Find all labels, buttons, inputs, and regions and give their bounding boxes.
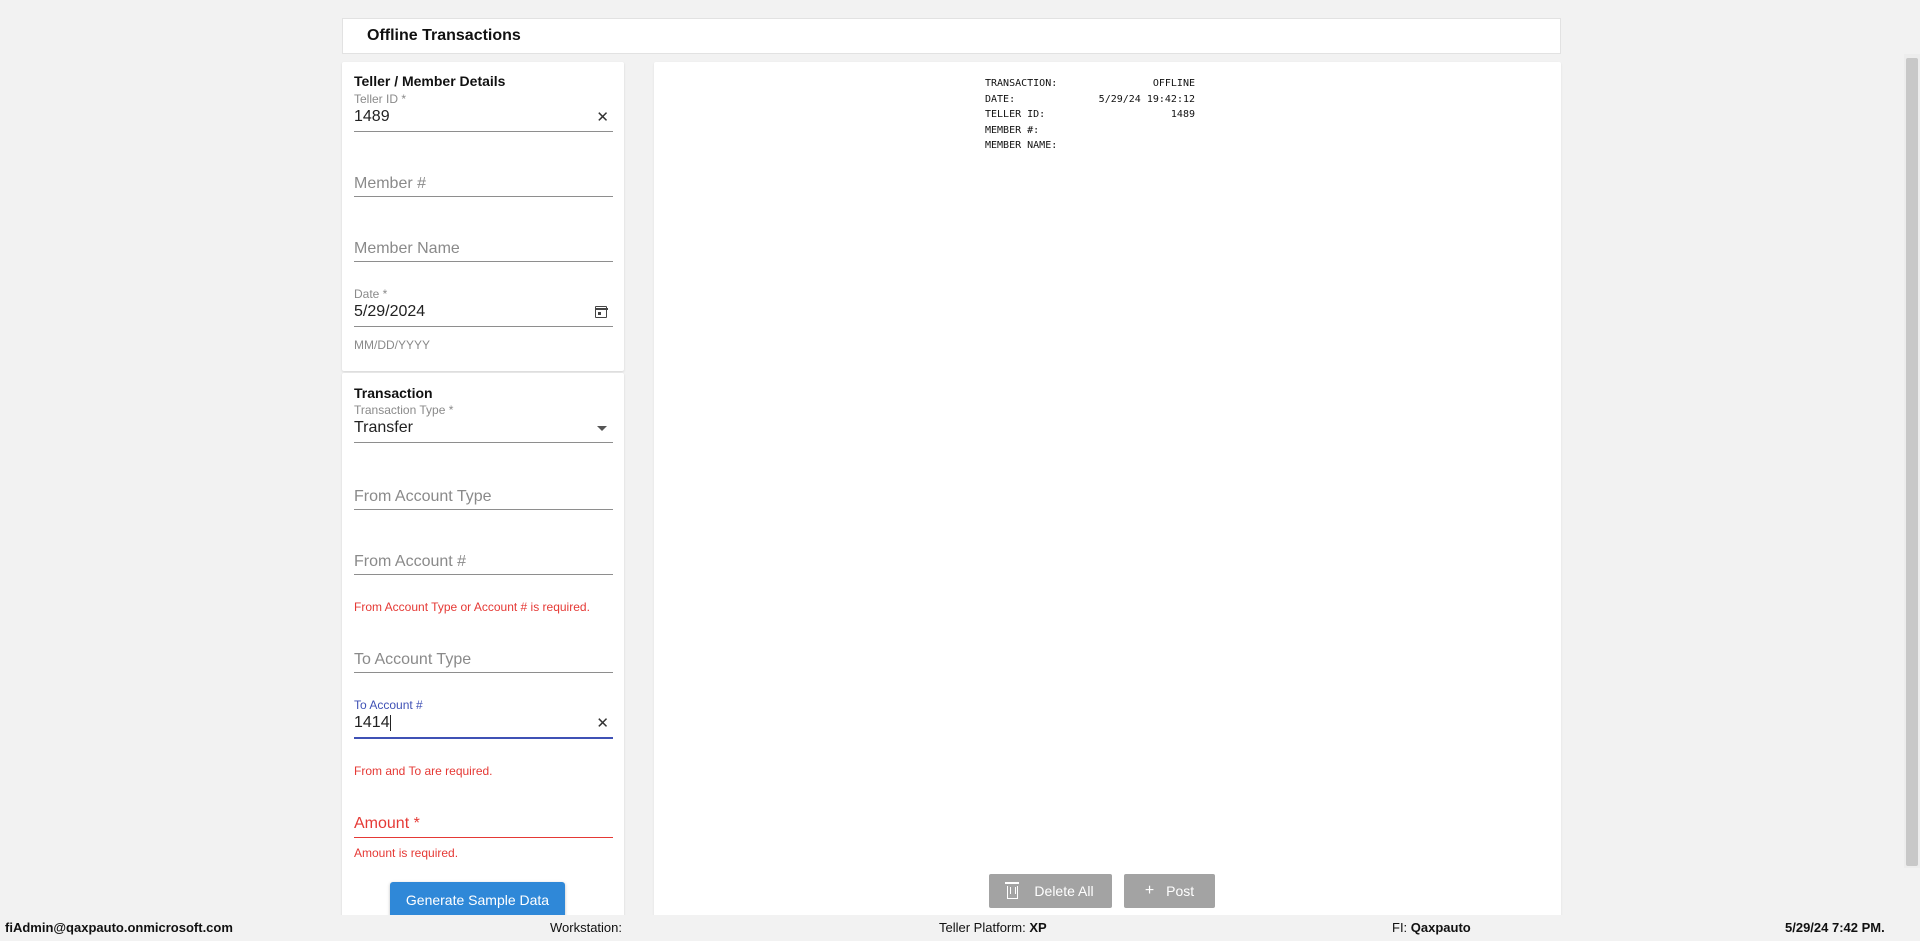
member-number-field[interactable]: Member # <box>354 175 613 197</box>
receipt-row: MEMBER #: <box>985 123 1195 139</box>
scrollbar-thumb[interactable] <box>1906 58 1918 866</box>
from-account-number-underline <box>354 574 613 575</box>
amount-placeholder[interactable]: Amount * <box>354 815 420 833</box>
receipt-row-value: 1489 <box>1170 109 1195 120</box>
date-underline <box>354 326 613 327</box>
transaction-card: Transaction Transaction Type * Transfer … <box>342 373 624 921</box>
transaction-type-label: Transaction Type * <box>354 403 454 417</box>
delete-all-label: Delete All <box>1034 883 1094 899</box>
receipt-row-label: MEMBER #: <box>985 124 1040 136</box>
member-number-placeholder[interactable]: Member # <box>354 175 426 193</box>
post-label: Post <box>1166 883 1195 899</box>
amount-underline <box>354 837 613 838</box>
to-account-number-field[interactable]: To Account # 1414 ✕ <box>354 698 613 740</box>
transaction-section-title: Transaction <box>354 385 433 401</box>
receipt-row: MEMBER NAME: <box>985 138 1195 154</box>
from-account-error: From Account Type or Account # is requir… <box>354 600 590 614</box>
status-datetime: 5/29/24 7:42 PM. <box>1785 920 1885 935</box>
from-account-type-underline <box>354 509 613 510</box>
receipt-row-label: DATE: <box>985 93 1016 105</box>
status-platform-value: XP <box>1029 920 1047 935</box>
receipt-row: TELLER ID: 1489 <box>985 107 1195 123</box>
status-workstation: Workstation: <box>550 920 622 935</box>
to-account-number-underline <box>354 737 613 739</box>
member-name-placeholder[interactable]: Member Name <box>354 240 460 258</box>
generate-sample-data-button[interactable]: Generate Sample Data <box>390 882 565 918</box>
clear-icon[interactable]: ✕ <box>596 108 609 126</box>
teller-id-field[interactable]: Teller ID * 1489 ✕ <box>354 92 613 132</box>
status-workstation-label: Workstation: <box>550 920 623 935</box>
to-account-type-underline <box>354 672 613 673</box>
plus-icon: + <box>1144 882 1155 899</box>
member-name-underline <box>354 261 613 262</box>
trash-icon <box>1005 882 1020 899</box>
receipt-preview-panel <box>654 62 1561 921</box>
post-button[interactable]: + Post <box>1124 874 1215 908</box>
status-user-value: fiAdmin@qaxpauto.onmicrosoft.com <box>5 920 233 935</box>
status-user: fiAdmin@qaxpauto.onmicrosoft.com <box>5 920 233 935</box>
clear-icon[interactable]: ✕ <box>596 714 609 732</box>
receipt-row-label: TRANSACTION: <box>985 78 1058 89</box>
to-account-error: From and To are required. <box>354 764 493 778</box>
from-account-type-placeholder[interactable]: From Account Type <box>354 488 492 506</box>
transaction-type-underline <box>354 442 613 443</box>
receipt-row-label: TELLER ID: <box>985 109 1046 120</box>
status-bar: fiAdmin@qaxpauto.onmicrosoft.com Worksta… <box>0 915 1920 941</box>
teller-id-value[interactable]: 1489 <box>354 108 390 126</box>
receipt-row: DATE: 5/29/24 19:42:12 <box>985 92 1195 108</box>
to-account-number-text: 1414 <box>354 714 390 731</box>
from-account-number-placeholder[interactable]: From Account # <box>354 553 466 571</box>
to-account-type-placeholder[interactable]: To Account Type <box>354 651 471 669</box>
transaction-type-value[interactable]: Transfer <box>354 419 413 437</box>
to-account-type-field[interactable]: To Account Type <box>354 651 613 673</box>
receipt-row-value: 5/29/24 19:42:12 <box>1098 93 1195 105</box>
status-fi: FI: Qaxpauto <box>1392 920 1471 935</box>
text-cursor <box>389 714 391 731</box>
status-platform-label: Teller Platform: <box>939 920 1026 935</box>
date-value[interactable]: 5/29/2024 <box>354 303 425 321</box>
member-name-field[interactable]: Member Name <box>354 240 613 262</box>
from-account-type-field[interactable]: From Account Type <box>354 488 613 510</box>
date-field[interactable]: Date * 5/29/2024 <box>354 287 613 327</box>
date-label: Date * <box>354 287 388 301</box>
amount-error: Amount is required. <box>354 846 459 860</box>
from-account-number-field[interactable]: From Account # <box>354 553 613 575</box>
receipt-row: TRANSACTION: OFFLINE <box>985 76 1195 92</box>
calendar-icon[interactable] <box>594 306 608 318</box>
teller-member-card: Teller / Member Details Teller ID * 1489… <box>342 62 624 371</box>
to-account-number-value[interactable]: 1414 <box>354 714 391 732</box>
transaction-type-select[interactable]: Transaction Type * Transfer <box>354 403 613 443</box>
page-title: Offline Transactions <box>367 27 521 44</box>
member-number-underline <box>354 196 613 197</box>
page-header: Offline Transactions <box>342 18 1561 54</box>
teller-section-title: Teller / Member Details <box>354 73 506 89</box>
to-account-number-label: To Account # <box>354 698 423 712</box>
status-datetime-value: 5/29/24 7:42 PM. <box>1785 920 1885 935</box>
receipt-row-label: MEMBER NAME: <box>985 140 1058 151</box>
delete-all-button[interactable]: Delete All <box>989 874 1112 908</box>
receipt-preview: TRANSACTION: OFFLINE DATE: 5/29/24 19:42:12… <box>985 76 1195 154</box>
teller-id-underline <box>354 131 613 132</box>
receipt-row-value: OFFLINE <box>1152 78 1195 89</box>
teller-id-label: Teller ID * <box>354 92 407 106</box>
date-hint: MM/DD/YYYY <box>354 338 431 352</box>
status-platform: Teller Platform: XP <box>939 920 1047 935</box>
dropdown-arrow-icon[interactable] <box>597 426 607 431</box>
status-fi-label: FI: <box>1392 920 1408 935</box>
amount-field[interactable]: Amount * <box>354 815 613 838</box>
status-fi-value: Qaxpauto <box>1410 920 1471 935</box>
